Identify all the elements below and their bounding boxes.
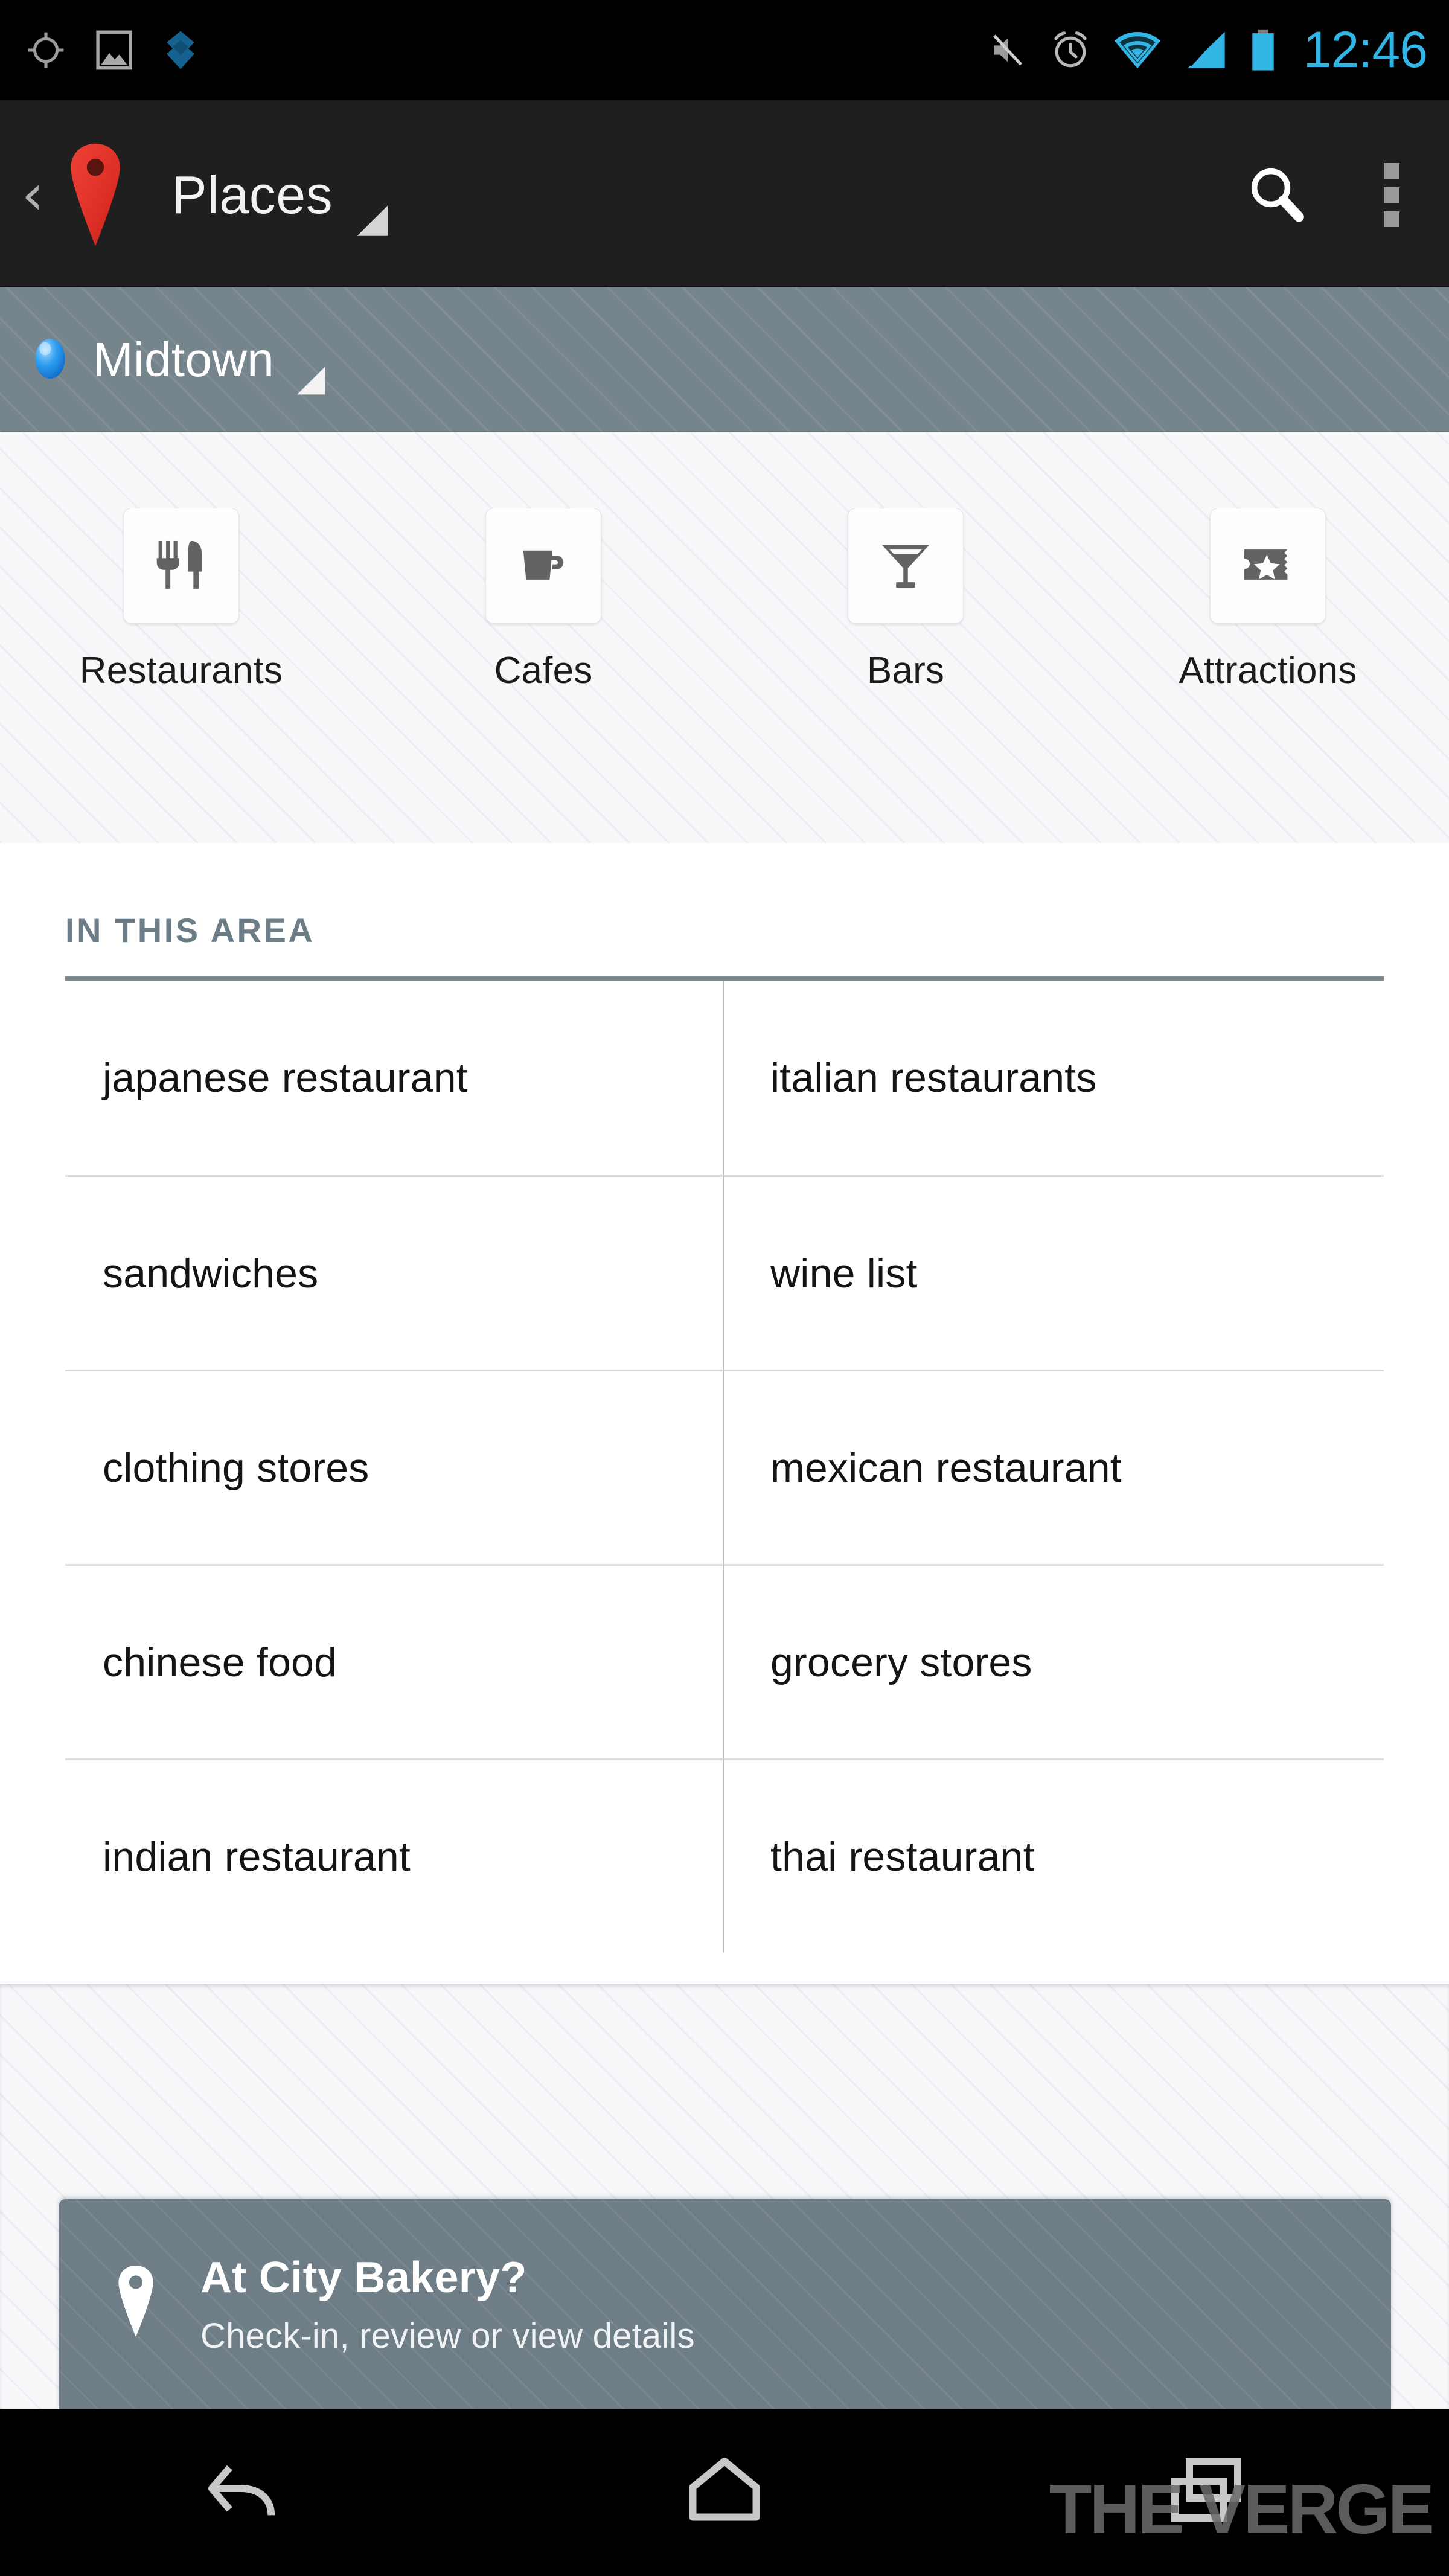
section-title: IN THIS AREA [65,911,315,949]
category-restaurants[interactable]: Restaurants [0,432,362,692]
back-button[interactable]: ‹ [14,167,51,223]
status-bar: 12:46 [0,0,1449,103]
status-bar-left-icons [0,27,200,76]
category-cafes[interactable]: Cafes [362,432,724,692]
ticket-star-icon [1235,532,1300,600]
photo-icon [93,27,135,76]
status-clock: 12:46 [1303,21,1428,78]
volume-muted-icon [987,30,1028,74]
dropdown-spinner-icon[interactable] [295,364,328,401]
category-label: Attractions [1179,650,1357,691]
category-icon-card [1210,508,1326,624]
suggestion-cell[interactable]: clothing stores [65,1370,724,1564]
checkin-card[interactable]: At City Bakery? Check-in, review or view… [59,2199,1391,2409]
suggestions-grid: japanese restaurant italian restaurants … [65,981,1384,1953]
search-button[interactable] [1220,103,1334,287]
dropdown-spinner-icon[interactable] [354,202,392,243]
gps-crosshair-icon [24,28,68,75]
suggestion-cell[interactable]: mexican restaurant [724,1370,1384,1564]
map-pin-icon [64,138,127,252]
search-icon [1244,161,1310,229]
fork-knife-icon [149,532,214,600]
suggestion-cell[interactable]: wine list [724,1175,1384,1370]
suggestion-label: thai restaurant [770,1833,1035,1880]
category-icon-card [485,508,601,624]
suggestion-cell[interactable]: japanese restaurant [65,981,724,1175]
nav-back-icon [196,2453,287,2533]
suggestion-label: chinese food [103,1639,337,1685]
suggestion-label: grocery stores [770,1639,1032,1685]
suggestion-cell[interactable]: indian restaurant [65,1758,724,1953]
suggestion-label: wine list [770,1250,918,1296]
battery-icon [1249,27,1277,76]
coffee-cup-icon [511,532,576,600]
nav-back-button[interactable] [0,2409,483,2576]
martini-glass-icon [873,532,938,600]
nav-home-button[interactable] [483,2409,966,2576]
action-bar-actions [1220,103,1449,287]
alarm-clock-icon [1049,28,1092,75]
category-attractions[interactable]: Attractions [1087,432,1449,692]
suggestion-cell[interactable]: italian restaurants [724,981,1384,1175]
category-bars[interactable]: Bars [724,432,1087,692]
page-title: Places [171,165,333,225]
checkin-title: At City Bakery? [200,2253,527,2302]
suggestion-label: mexican restaurant [770,1444,1122,1491]
suggestion-label: italian restaurants [770,1055,1097,1101]
action-bar: ‹ Places [0,103,1449,287]
location-name: Midtown [93,333,274,386]
suggestion-cell[interactable]: sandwiches [65,1175,724,1370]
overflow-menu-icon [1384,163,1399,227]
phone-screen: 12:46 ‹ Places Midtown Restaurants Cafes… [0,0,1449,2576]
status-bar-right-icons: 12:46 [987,24,1449,78]
chevron-left-icon: ‹ [21,162,44,227]
section-header: IN THIS AREA [65,843,1384,981]
category-shortcuts: Restaurants Cafes Bars Attractions [0,432,1449,843]
category-label: Bars [866,650,945,691]
evernote-icon [161,28,200,75]
overflow-menu-button[interactable] [1334,103,1449,287]
suggestion-cell[interactable]: thai restaurant [724,1758,1384,1953]
checkin-subtitle: Check-in, review or view details [200,2316,695,2356]
section-underline [65,976,1384,981]
suggestion-label: clothing stores [103,1444,369,1491]
suggestion-label: sandwiches [103,1250,319,1296]
category-label: Restaurants [79,650,283,691]
nav-home-icon [679,2452,770,2534]
wifi-icon [1113,28,1162,75]
suggestion-cell[interactable]: grocery stores [724,1564,1384,1758]
cellular-signal-icon [1183,28,1229,75]
navigation-bar: THE VERGE [0,2409,1449,2576]
location-dot-icon [31,335,69,385]
map-pin-outline-icon [111,2261,161,2344]
suggestion-label: indian restaurant [103,1833,411,1880]
category-icon-card [123,508,239,624]
verge-watermark: THE VERGE [1049,2470,1435,2548]
suggestion-label: japanese restaurant [103,1055,468,1101]
location-selector-bar[interactable]: Midtown [0,287,1449,432]
category-icon-card [848,508,964,624]
checkin-text: At City Bakery? Check-in, review or view… [200,2253,695,2356]
category-label: Cafes [494,650,593,691]
suggestion-cell[interactable]: chinese food [65,1564,724,1758]
suggestions-section: IN THIS AREA japanese restaurant italian… [0,843,1449,1984]
